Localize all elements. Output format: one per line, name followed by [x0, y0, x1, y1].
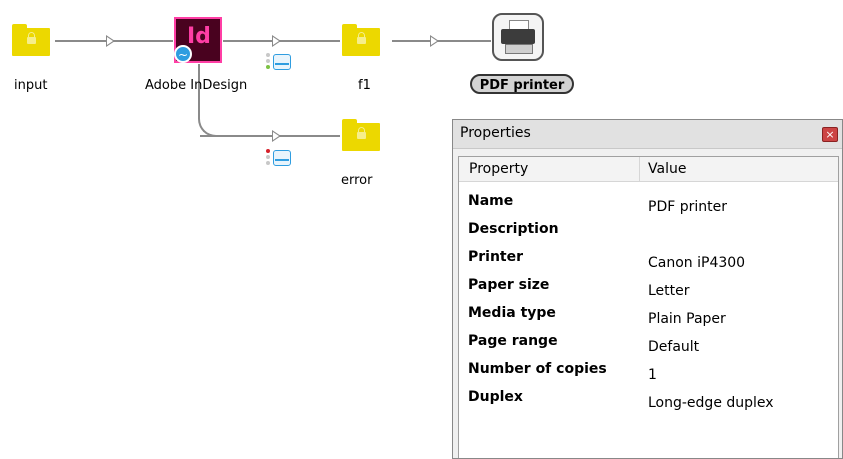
property-key: Name: [468, 193, 514, 209]
property-row[interactable]: Page range Default: [459, 333, 838, 361]
property-key: Number of copies: [468, 361, 607, 377]
sync-icon: ~: [174, 45, 192, 63]
indesign-label: Adobe InDesign: [145, 78, 248, 93]
property-row[interactable]: Description: [459, 221, 838, 249]
property-row[interactable]: Media type Plain Paper: [459, 305, 838, 333]
property-value[interactable]: Default: [648, 339, 699, 355]
properties-panel: Properties × Property Value Name PDF pri…: [452, 119, 843, 459]
input-folder-icon[interactable]: [12, 24, 50, 56]
arrow-icon: [106, 35, 115, 47]
f1-folder-icon[interactable]: [342, 24, 380, 56]
lock-icon: [27, 32, 36, 44]
status-tray-icon[interactable]: [266, 146, 292, 170]
property-value[interactable]: Letter: [648, 283, 690, 299]
error-label: error: [341, 173, 373, 188]
property-key: Duplex: [468, 389, 523, 405]
connector-indesign-f1[interactable]: [223, 40, 340, 42]
property-key: Description: [468, 221, 559, 237]
arrow-icon: [272, 130, 281, 142]
property-value[interactable]: Canon iP4300: [648, 255, 745, 271]
property-row[interactable]: Number of copies 1: [459, 361, 838, 389]
property-key: Page range: [468, 333, 558, 349]
input-label: input: [14, 78, 48, 93]
connector-f1-printer[interactable]: [392, 40, 491, 42]
property-value[interactable]: Long-edge duplex: [648, 395, 774, 411]
property-key: Media type: [468, 305, 556, 321]
column-divider[interactable]: [639, 157, 640, 181]
property-row[interactable]: Paper size Letter: [459, 277, 838, 305]
f1-label: f1: [358, 78, 371, 93]
indesign-icon-text: Id: [187, 24, 211, 49]
property-value[interactable]: Plain Paper: [648, 311, 726, 327]
property-value[interactable]: PDF printer: [648, 199, 727, 215]
printer-label[interactable]: PDF printer: [470, 74, 574, 94]
column-header-property[interactable]: Property: [469, 161, 528, 177]
status-tray-icon[interactable]: [266, 50, 292, 74]
property-row[interactable]: Name PDF printer: [459, 193, 838, 221]
properties-title: Properties: [460, 125, 531, 141]
properties-header: Property Value: [459, 157, 838, 182]
property-key: Paper size: [468, 277, 550, 293]
property-key: Printer: [468, 249, 524, 265]
lock-icon: [357, 127, 366, 139]
close-icon[interactable]: ×: [822, 127, 838, 142]
column-header-value[interactable]: Value: [648, 161, 686, 177]
arrow-icon: [272, 35, 281, 47]
error-folder-icon[interactable]: [342, 119, 380, 151]
connector-indesign-error-curve: [198, 112, 222, 137]
lock-icon: [357, 32, 366, 44]
property-row[interactable]: Duplex Long-edge duplex: [459, 389, 838, 417]
property-value[interactable]: 1: [648, 367, 657, 383]
indesign-icon[interactable]: Id ~: [174, 17, 222, 63]
properties-title-bar[interactable]: Properties ×: [453, 120, 842, 149]
printer-icon[interactable]: [492, 13, 544, 61]
properties-grid: Property Value Name PDF printer Descript…: [458, 156, 839, 458]
arrow-icon: [430, 35, 439, 47]
property-row[interactable]: Printer Canon iP4300: [459, 249, 838, 277]
